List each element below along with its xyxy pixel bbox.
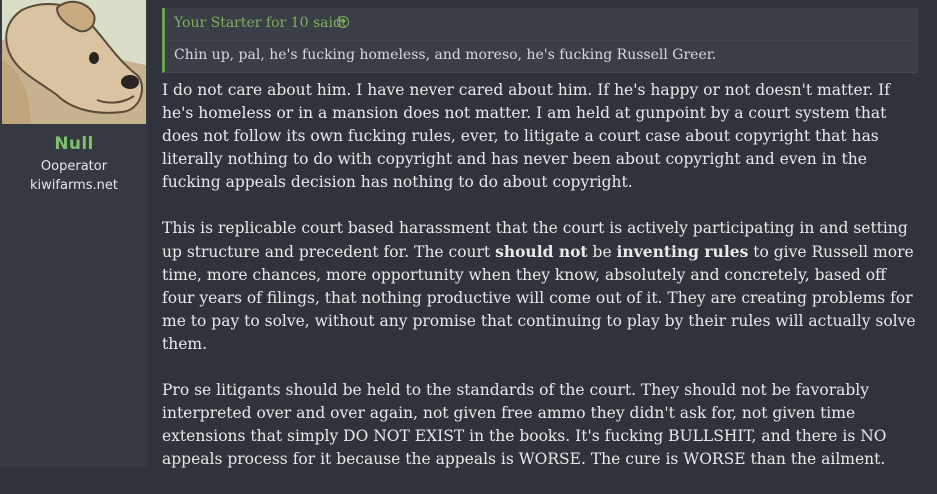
post-container: Null Ooperator kiwifarms.net Your Starte…	[0, 0, 937, 468]
post-text: be	[587, 243, 617, 261]
arrow-up-circle-icon[interactable]	[337, 16, 349, 28]
post-paragraph-3: Pro se litigants should be held to the s…	[162, 381, 887, 468]
post-content: Your Starter for 10 said: Chin up, pal, …	[155, 0, 937, 468]
quote-block: Your Starter for 10 said: Chin up, pal, …	[162, 8, 918, 73]
quote-text: Chin up, pal, he's fucking homeless, and…	[174, 47, 717, 63]
dog-avatar-icon	[2, 0, 146, 124]
quote-author[interactable]: Your Starter for 10 said:	[174, 15, 347, 31]
bold-text: should not	[495, 242, 588, 261]
user-sidebar: Null Ooperator kiwifarms.net	[0, 0, 148, 467]
post-body: I do not care about him. I have never ca…	[162, 79, 922, 494]
bold-text: inventing rules	[616, 242, 749, 261]
quote-header: Your Starter for 10 said:	[165, 8, 917, 41]
avatar[interactable]	[2, 0, 146, 124]
username[interactable]: Null	[0, 134, 148, 154]
user-title: Ooperator	[40, 159, 108, 174]
user-banner: kiwifarms.net	[30, 178, 118, 193]
post-paragraph-1: I do not care about him. I have never ca…	[162, 81, 891, 191]
post-paragraph-2: This is replicable court based harassmen…	[162, 217, 922, 356]
